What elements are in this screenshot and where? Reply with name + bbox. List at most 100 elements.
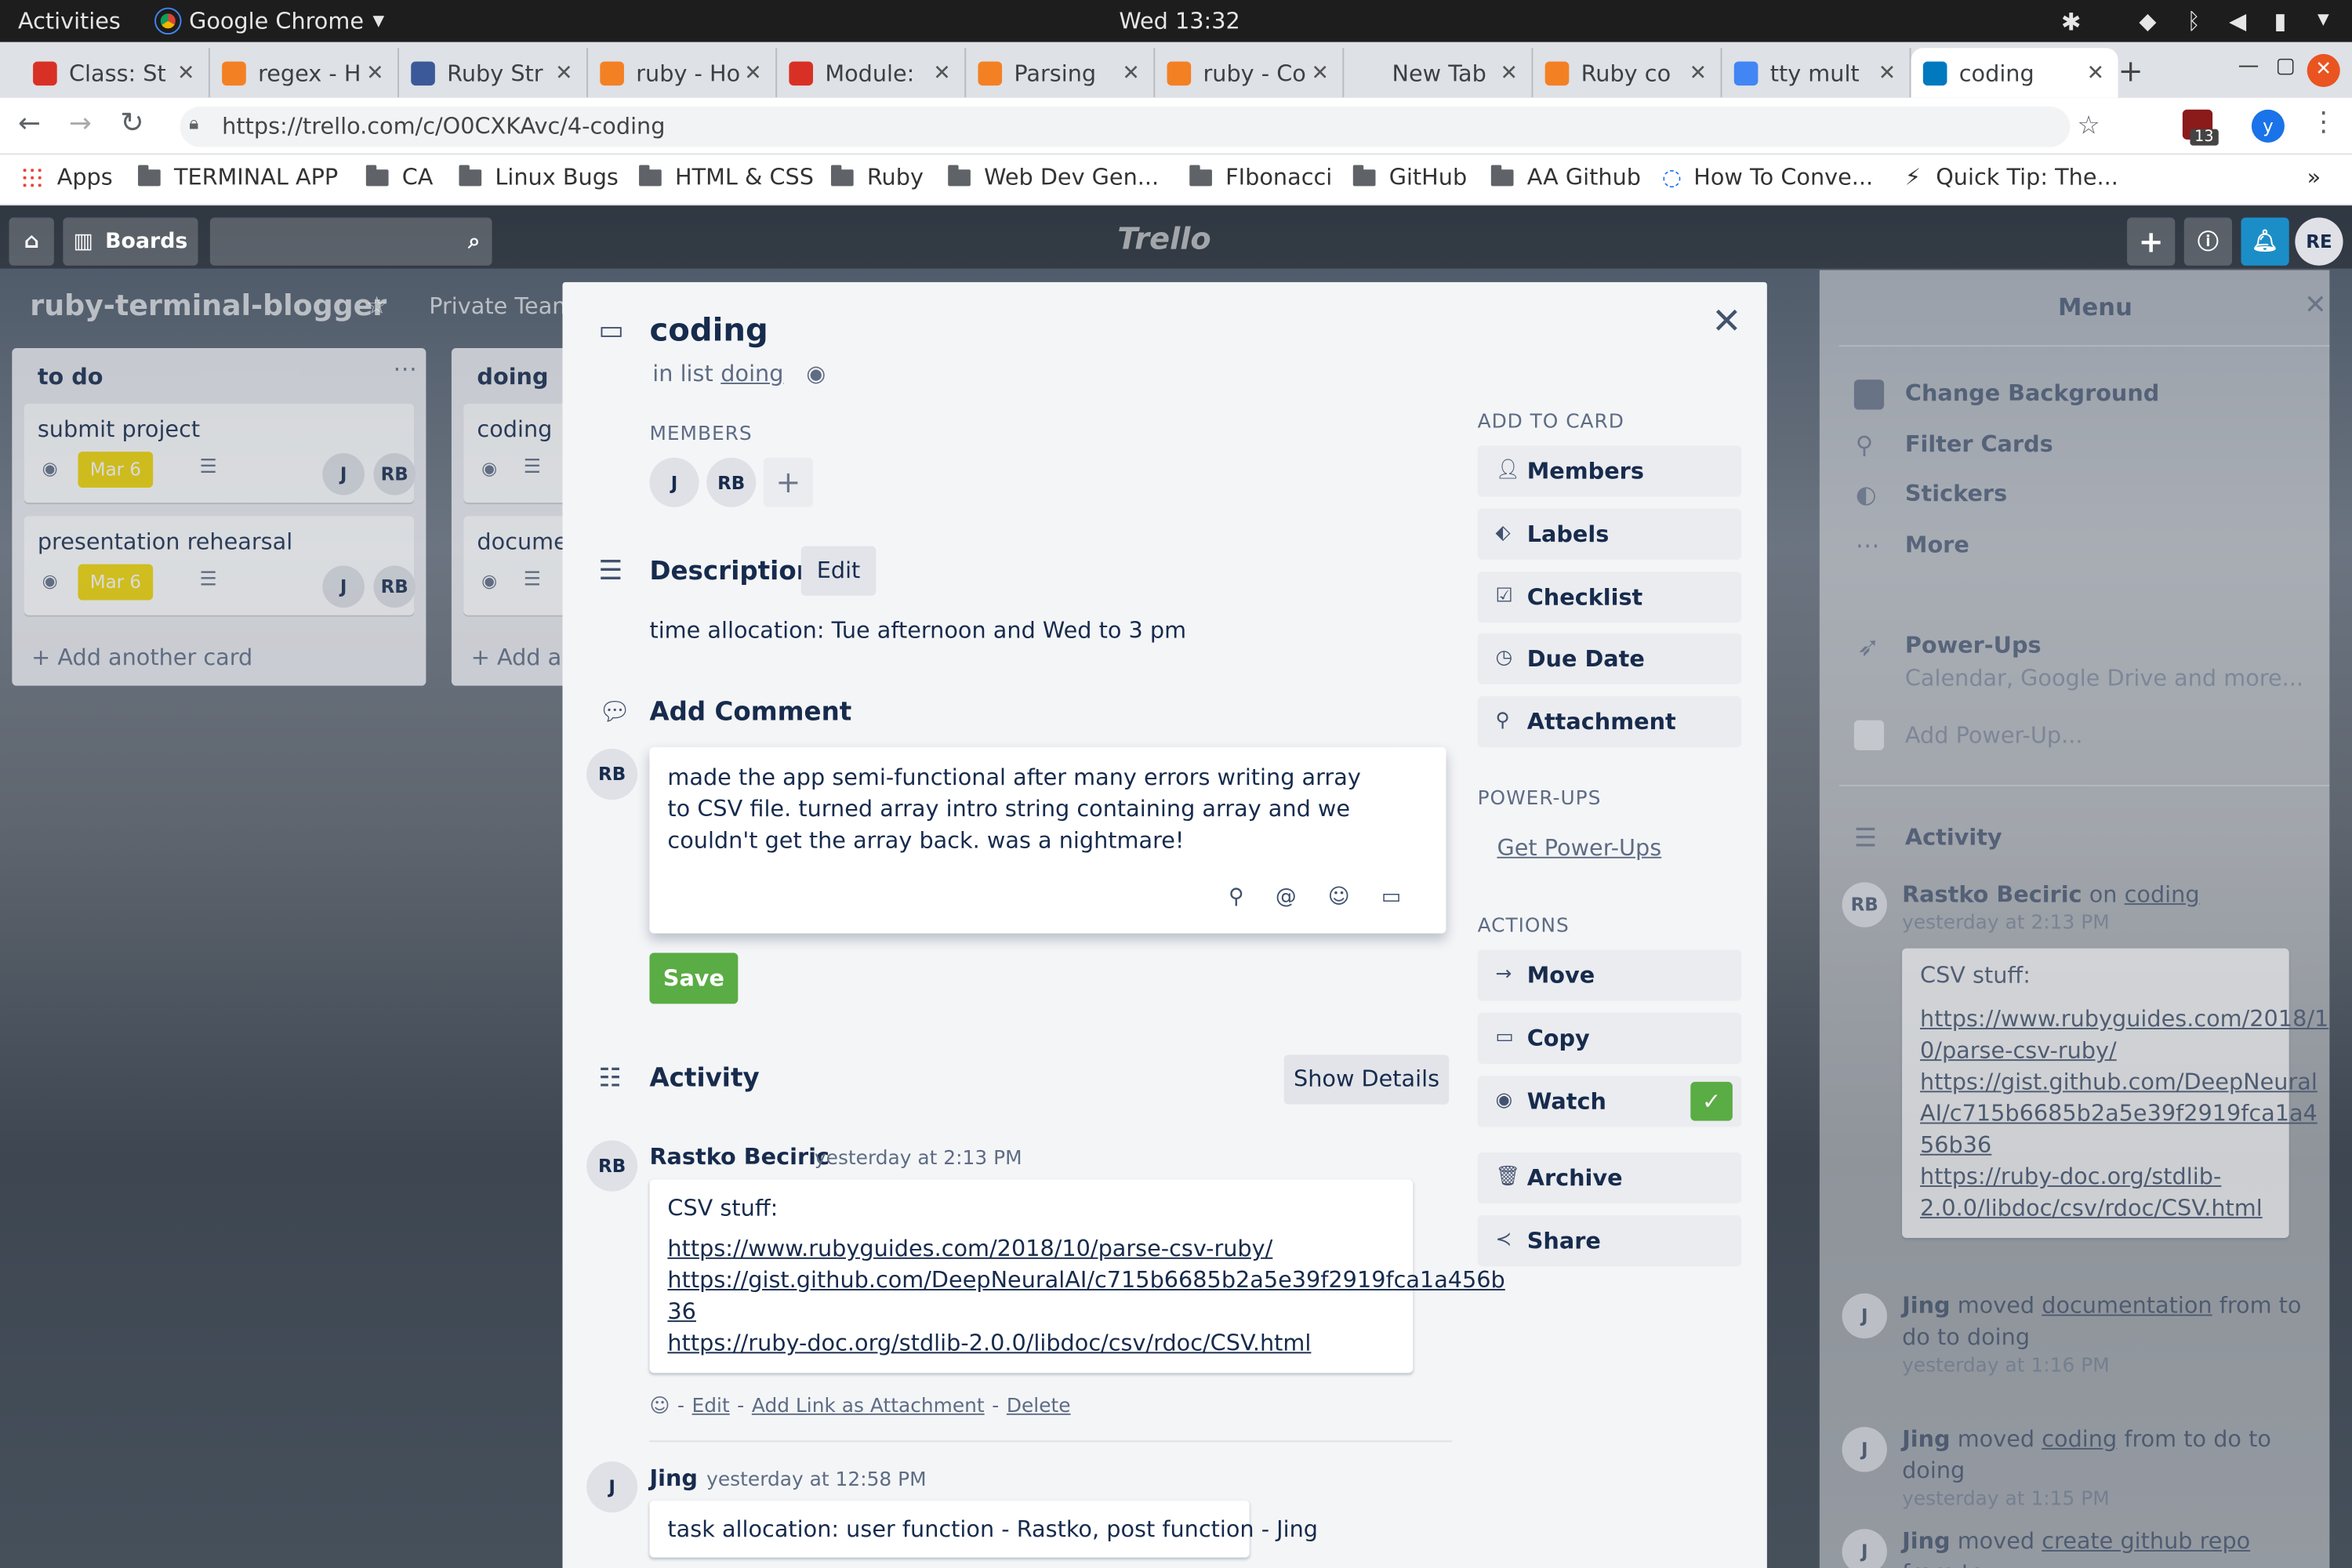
save-button[interactable]: Save bbox=[649, 953, 739, 1004]
add-icon[interactable]: + bbox=[2127, 217, 2176, 266]
minimize-icon[interactable]: — bbox=[2238, 54, 2259, 78]
feed-actor[interactable]: Jing bbox=[1902, 1527, 1950, 1554]
member-avatar[interactable]: RB bbox=[373, 452, 416, 495]
star-board-icon[interactable]: ☆ bbox=[366, 291, 387, 319]
system-menu-icon[interactable]: ▼ bbox=[2318, 12, 2329, 28]
bookmark-item[interactable]: ◌ How To Conve... bbox=[1662, 164, 1873, 191]
feed-comment-link[interactable]: https://ruby-doc.org/stdlib- bbox=[1920, 1161, 2271, 1192]
show-details-button[interactable]: Show Details bbox=[1283, 1054, 1450, 1105]
emoji-icon[interactable]: ☺ bbox=[1328, 885, 1350, 909]
kebab-menu-icon[interactable]: ⋮ bbox=[2310, 107, 2336, 138]
clock[interactable]: Wed 13:32 bbox=[1119, 8, 1240, 34]
delete-comment-link[interactable]: Delete bbox=[1007, 1396, 1071, 1418]
tab-close-icon[interactable]: ✕ bbox=[1306, 61, 1333, 85]
tab-close-icon[interactable]: ✕ bbox=[1874, 61, 1900, 85]
board-card[interactable]: submit project ◉ Mar 6 ☰ J RB bbox=[24, 403, 416, 503]
member-avatar[interactable]: J bbox=[322, 452, 365, 495]
feed-card-link[interactable]: create github repo bbox=[2042, 1527, 2250, 1554]
feed-comment-link[interactable]: 0/parse-csv-ruby/ bbox=[1920, 1036, 2271, 1067]
tab-close-icon[interactable]: ✕ bbox=[1496, 61, 1523, 85]
board-search-input[interactable]: ⌕ bbox=[209, 217, 492, 266]
activities-button[interactable]: Activities bbox=[18, 8, 121, 34]
edit-description-button[interactable]: Edit bbox=[800, 546, 877, 596]
bookmark-item[interactable]: Ruby bbox=[830, 164, 924, 191]
wifi-icon[interactable]: ◆ bbox=[2139, 8, 2156, 34]
add-due-date-button[interactable]: ◷ Due Date bbox=[1477, 633, 1742, 685]
battery-icon[interactable]: ▮ bbox=[2274, 8, 2287, 34]
comment-link[interactable]: https://gist.github.com/DeepNeuralAI/c71… bbox=[667, 1265, 1504, 1296]
notification-bell-icon[interactable]: 🔔︎ bbox=[2241, 217, 2289, 266]
bookmark-item[interactable]: GitHub bbox=[1352, 164, 1467, 191]
comment-textarea[interactable]: made the app semi-functional after many … bbox=[649, 747, 1446, 934]
attachment-icon[interactable]: ⚲ bbox=[1229, 885, 1244, 909]
browser-tab[interactable]: Module: ✕ bbox=[777, 48, 967, 98]
tab-close-icon[interactable]: ✕ bbox=[172, 61, 199, 85]
edit-comment-link[interactable]: Edit bbox=[692, 1396, 730, 1418]
more-bookmarks-icon[interactable]: » bbox=[2307, 164, 2321, 191]
reload-icon[interactable]: ↻ bbox=[120, 107, 143, 140]
member-avatar[interactable]: RB bbox=[706, 457, 757, 507]
due-date-badge[interactable]: Mar 6 bbox=[78, 564, 154, 601]
feed-actor[interactable]: Jing bbox=[1902, 1292, 1950, 1319]
board-card[interactable]: presentation rehearsal ◉ Mar 6 ☰ J RB bbox=[24, 516, 416, 615]
card-title[interactable]: coding bbox=[649, 312, 768, 348]
menu-item[interactable]: Stickers bbox=[1905, 480, 2007, 506]
add-card-button[interactable]: + Add an bbox=[471, 644, 576, 670]
close-menu-icon[interactable]: ✕ bbox=[2304, 289, 2327, 321]
browser-tab[interactable]: Parsing ✕ bbox=[966, 48, 1156, 98]
volume-icon[interactable]: ◀ bbox=[2229, 8, 2246, 34]
slack-icon[interactable]: ✱ bbox=[2061, 8, 2082, 36]
copy-button[interactable]: ▭ Copy bbox=[1477, 1012, 1742, 1064]
list-title[interactable]: to do bbox=[38, 363, 103, 390]
app-menu[interactable]: Google Chrome ▼ bbox=[154, 8, 384, 35]
add-powerup-link[interactable]: Add Power-Up... bbox=[1905, 722, 2083, 749]
add-checklist-button[interactable]: ☑ Checklist bbox=[1477, 571, 1742, 622]
user-avatar[interactable]: RE bbox=[2295, 217, 2343, 266]
feed-time[interactable]: yesterday at 1:15 PM bbox=[1902, 1489, 2110, 1512]
member-avatar[interactable]: J bbox=[322, 565, 365, 608]
share-button[interactable]: ≺ Share bbox=[1477, 1215, 1742, 1267]
tab-close-icon[interactable]: ✕ bbox=[739, 61, 766, 85]
new-tab-icon[interactable]: + bbox=[2118, 53, 2143, 89]
close-icon[interactable]: ✕ bbox=[1711, 300, 1741, 343]
browser-tab[interactable]: Class: St ✕ bbox=[21, 48, 210, 98]
feed-card-link[interactable]: documentation bbox=[2042, 1292, 2212, 1319]
browser-tab[interactable]: New Tab ✕ bbox=[1344, 48, 1534, 98]
feed-actor[interactable]: Jing bbox=[1902, 1425, 1950, 1452]
get-powerups-link[interactable]: Get Power-Ups bbox=[1497, 834, 1661, 861]
bookmark-item[interactable]: ⚡ Quick Tip: The... bbox=[1905, 164, 2118, 191]
browser-tab[interactable]: Ruby Str ✕ bbox=[399, 48, 589, 98]
info-icon[interactable]: ⓘ bbox=[2183, 217, 2232, 266]
activity-author[interactable]: Rastko Beciric bbox=[649, 1143, 829, 1170]
bookmark-item[interactable]: Web Dev Gen... bbox=[948, 164, 1159, 191]
tab-close-icon[interactable]: ✕ bbox=[1117, 61, 1144, 85]
add-member-button[interactable]: + bbox=[763, 457, 814, 507]
feed-comment-link[interactable]: 2.0.0/libdoc/csv/rdoc/CSV.html bbox=[1920, 1193, 2271, 1225]
due-date-badge[interactable]: Mar 6 bbox=[78, 452, 154, 488]
bookmark-item[interactable]: TERMINAL APP bbox=[138, 164, 338, 191]
tab-close-icon[interactable]: ✕ bbox=[928, 61, 955, 85]
add-labels-button[interactable]: ⬖ Labels bbox=[1477, 508, 1742, 560]
feed-actor[interactable]: Rastko Beciric bbox=[1902, 880, 2082, 907]
trello-logo[interactable]: Trello bbox=[1117, 220, 1210, 256]
menu-item[interactable]: More bbox=[1905, 531, 1969, 557]
bookmark-item[interactable]: AA Github bbox=[1490, 164, 1641, 191]
watch-button[interactable]: ◉ Watch ✓ bbox=[1477, 1076, 1742, 1127]
archive-button[interactable]: 🗑︎ Archive bbox=[1477, 1152, 1742, 1203]
feed-comment-link[interactable]: 56b36 bbox=[1920, 1130, 2271, 1161]
member-avatar[interactable]: J bbox=[649, 457, 699, 507]
list-title[interactable]: doing bbox=[477, 363, 548, 390]
list-link[interactable]: doing bbox=[720, 360, 783, 387]
bookmark-item[interactable]: CA bbox=[365, 164, 433, 191]
board-name[interactable]: ruby-terminal-blogger bbox=[30, 289, 387, 322]
bookmark-item[interactable]: FIbonacci bbox=[1189, 164, 1332, 191]
browser-tab[interactable]: regex - H ✕ bbox=[210, 48, 399, 98]
browser-tab[interactable]: tty mult ✕ bbox=[1722, 48, 1911, 98]
mention-icon[interactable]: @ bbox=[1276, 885, 1297, 909]
tab-close-icon[interactable]: ✕ bbox=[2082, 61, 2109, 85]
activity-time[interactable]: yesterday at 12:58 PM bbox=[706, 1469, 926, 1492]
comment-link[interactable]: 36 bbox=[667, 1297, 1395, 1328]
boards-button[interactable]: ▥ Boards bbox=[63, 217, 198, 266]
feed-card-link[interactable]: coding bbox=[2125, 880, 2200, 907]
description-text[interactable]: time allocation: Tue afternoon and Wed t… bbox=[649, 617, 1186, 644]
